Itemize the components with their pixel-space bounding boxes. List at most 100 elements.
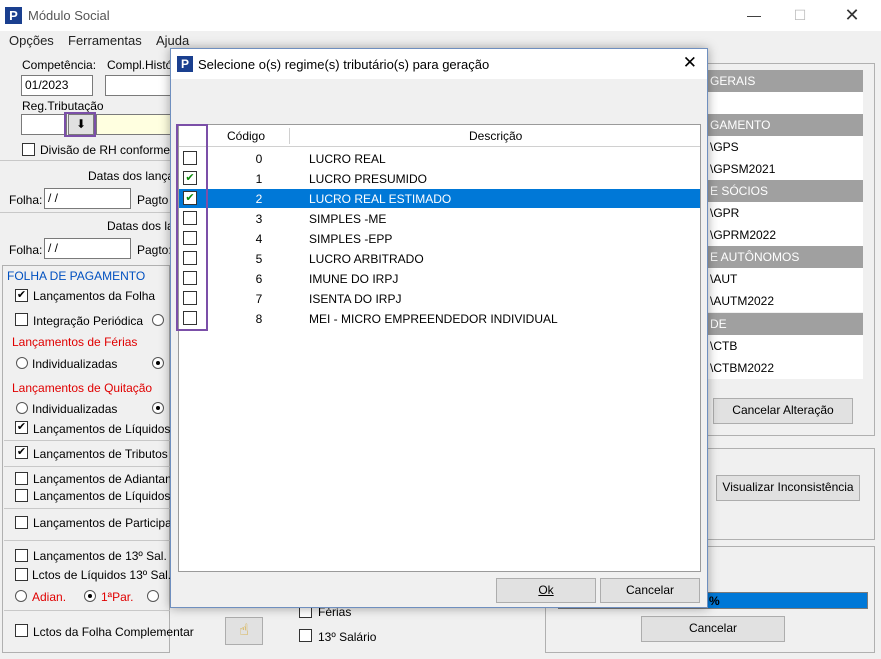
row-description: IMUNE DO IRPJ [309,272,399,286]
datas-lancamentos-2-label: Datas dos la [107,219,174,233]
lctos13-checkbox[interactable] [15,568,28,581]
sal13b-checkbox[interactable] [299,629,312,642]
row-description: LUCRO REAL [309,152,386,166]
table-row[interactable]: ✔ 2 LUCRO REAL ESTIMADO [179,189,700,208]
sal13b-label: 13º Salário [318,630,377,644]
autm-path[interactable]: \AUTM2022 [706,290,863,312]
complementar-checkbox[interactable] [15,624,28,637]
de-header: DE [706,313,863,335]
integracao-radio[interactable] [152,314,164,326]
row-description: MEI - MICRO EMPREENDEDOR INDIVIDUAL [309,312,558,326]
table-row[interactable]: 6 IMUNE DO IRPJ [179,269,700,288]
lanc-folha-label: Lançamentos da Folha [33,289,156,303]
folha-date-input[interactable]: / / [44,188,131,209]
dialog-title: Selecione o(s) regime(s) tributário(s) p… [198,57,490,72]
hand-pointer-icon[interactable]: ☝ [225,617,263,645]
divider [0,212,170,213]
ferias-title: Lançamentos de Férias [12,335,138,349]
sal13-checkbox[interactable] [15,549,28,562]
competencia-input[interactable]: 01/2023 [21,75,93,96]
divisao-rh-checkbox[interactable] [22,143,35,156]
compl-historico-label: Compl.Histó [107,58,173,72]
divider [4,508,170,509]
sal13-label: Lançamentos de 13º Sal. [33,549,167,563]
dialog-cancelar-button[interactable]: Cancelar [600,578,700,603]
table-row[interactable]: 5 LUCRO ARBITRADO [179,249,700,268]
adian-radio[interactable] [15,590,27,602]
lanc-folha-checkbox[interactable]: ✔ [15,289,28,302]
quitacao-individualizadas-radio[interactable] [16,402,28,414]
regime-dialog: P Selecione o(s) regime(s) tributário(s)… [170,48,708,608]
close-icon[interactable]: ✕ [829,0,875,31]
table-row[interactable]: ✔ 1 LUCRO PRESUMIDO [179,169,700,188]
complementar-label: Lctos da Folha Complementar [33,625,194,639]
divider [0,160,170,161]
reg-tributacao-input[interactable] [21,114,67,135]
par1-radio[interactable] [84,590,96,602]
checkbox-column-highlight-frame [176,124,208,331]
integracao-label: Integração Periódica [33,314,144,328]
gpr-path[interactable]: \GPR [706,202,863,224]
competencia-label: Competência: [22,58,97,72]
dialog-close-icon[interactable]: ✕ [683,53,697,73]
quitacao-title: Lançamentos de Quitação [12,381,153,395]
cancelar-button[interactable]: Cancelar [641,616,785,642]
folha-2-label: Folha: [9,243,43,257]
gps-path[interactable]: \GPS [706,136,863,158]
col-codigo-header[interactable]: Código [227,129,265,143]
par2-radio[interactable] [147,590,159,602]
integracao-checkbox[interactable] [15,313,28,326]
row-code: 6 [255,272,263,286]
maximize-icon[interactable]: ☐ [777,0,823,31]
title-bar: P Módulo Social — ☐ ✕ [0,0,881,31]
ctbm-path[interactable]: \CTBM2022 [706,357,863,379]
reg-tributacao-label: Reg.Tributação [22,99,104,113]
folha-2-date-input[interactable]: / / [44,238,131,259]
pagamento-header: GAMENTO [706,114,863,136]
row-description: ISENTA DO IRPJ [309,292,402,306]
dialog-title-bar: P Selecione o(s) regime(s) tributário(s)… [171,49,707,79]
quitacao-individualizadas-label: Individualizadas [32,402,118,416]
progress-text: % [709,594,720,608]
quitacao-outro-radio[interactable] [152,402,164,414]
menu-ferramentas[interactable]: Ferramentas [68,33,142,48]
adiantamento-checkbox[interactable] [15,472,28,485]
minimize-icon[interactable]: — [731,0,777,31]
pagto-label: Pagto [137,193,169,207]
visualizar-inconsistencia-button[interactable]: Visualizar Inconsistência [716,475,860,501]
ferias-individualizadas-radio[interactable] [16,357,28,369]
tributos-label: Lançamentos de Tributos [33,447,168,461]
row-description: LUCRO REAL ESTIMADO [309,192,452,206]
gprm-path[interactable]: \GPRM2022 [706,224,863,246]
row-code: 1 [255,172,263,186]
datas-lancamentos-label: Datas dos lança [88,169,175,183]
participacao-checkbox[interactable] [15,516,28,529]
ferias-outro-radio[interactable] [152,357,164,369]
liquidos-checkbox[interactable]: ✔ [15,421,28,434]
table-row[interactable]: 0 LUCRO REAL [179,149,700,168]
liquidos-2-checkbox[interactable] [15,489,28,502]
gerais-header: GERAIS [706,70,863,92]
liquidos-label: Lançamentos de Líquidos [33,422,171,436]
table-row[interactable]: 8 MEI - MICRO EMPREENDEDOR INDIVIDUAL [179,309,700,328]
cancelar-alteracao-button[interactable]: Cancelar Alteração [713,398,853,424]
table-row[interactable]: 4 SIMPLES -EPP [179,229,700,248]
gpsm-path[interactable]: \GPSM2021 [706,158,863,180]
dropdown-highlight-frame [64,112,96,137]
col-descricao-header[interactable]: Descrição [469,129,522,143]
ctb-path[interactable]: \CTB [706,335,863,357]
tributos-checkbox[interactable]: ✔ [15,446,28,459]
autonomos-header: E AUTÔNOMOS [706,246,863,268]
compl-historico-input[interactable] [105,75,175,96]
lctos13-label: Lctos de Líquidos 13º Sal. [32,568,172,582]
ok-button[interactable]: Ok [496,578,596,603]
row-code: 2 [255,192,263,206]
menu-ajuda[interactable]: Ajuda [156,33,189,48]
regime-grid: Código Descrição 0 LUCRO REAL ✔ 1 LUCRO PRES… [178,124,701,572]
menu-opcoes[interactable]: Opções [9,33,54,48]
table-row[interactable]: 3 SIMPLES -ME [179,209,700,228]
adian-label: Adian. [32,590,67,604]
ferias-individualizadas-label: Individualizadas [32,357,118,371]
aut-path[interactable]: \AUT [706,268,863,290]
table-row[interactable]: 7 ISENTA DO IRPJ [179,289,700,308]
